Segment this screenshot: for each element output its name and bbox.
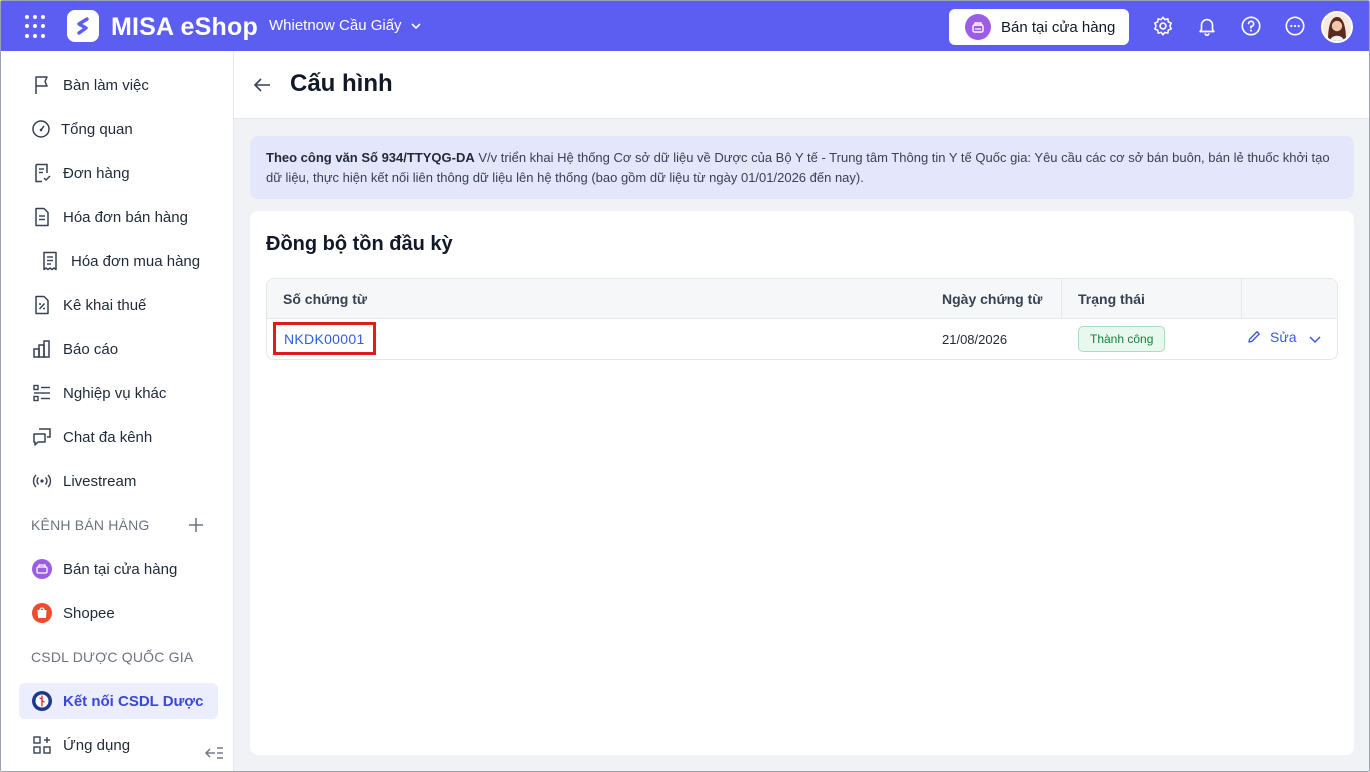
sidebar-item-reports[interactable]: Báo cáo — [19, 331, 218, 367]
chevron-down-icon[interactable] — [1307, 331, 1323, 347]
store-channel-icon — [32, 559, 52, 579]
doc-date: 21/08/2026 — [942, 332, 1008, 347]
sidebar-item-label: Kê khai thuế — [63, 296, 147, 314]
back-arrow-icon[interactable] — [252, 75, 272, 95]
list-icon — [33, 384, 50, 402]
sidebar-item-label: Chat đa kênh — [63, 428, 153, 446]
sell-at-store-label: Bán tại cửa hàng — [1001, 18, 1116, 36]
sidebar-item-drug-db-connect[interactable]: Kết nối CSDL Dược — [19, 683, 218, 719]
sidebar: Bàn làm việc Tổng quan Đơn hàng Hóa đơn … — [1, 51, 234, 771]
section-label-sales-channels: KÊNH BÁN HÀNG — [31, 517, 150, 533]
pencil-icon — [1248, 331, 1260, 343]
main-content: Cấu hình Theo công văn Số 934/TTYQG-DA V… — [234, 51, 1369, 771]
brand-name: MISA eShop — [111, 13, 258, 41]
column-divider — [1241, 279, 1242, 319]
notice-reference: Theo công văn Số 934/TTYQG-DA — [266, 150, 475, 165]
user-avatar[interactable] — [1321, 11, 1353, 43]
column-header-status: Trạng thái — [1078, 291, 1145, 307]
sidebar-item-label: Bán tại cửa hàng — [63, 560, 178, 578]
sidebar-item-label: Shopee — [63, 604, 115, 622]
regulation-notice: Theo công văn Số 934/TTYQG-DA V/v triển … — [250, 136, 1354, 199]
more-icon[interactable] — [1284, 15, 1306, 37]
sidebar-item-sales-invoice[interactable]: Hóa đơn bán hàng — [19, 199, 218, 235]
shopee-icon — [32, 603, 52, 623]
sidebar-item-store-channel[interactable]: Bán tại cửa hàng — [19, 551, 218, 587]
sidebar-item-livestream[interactable]: Livestream — [19, 463, 218, 499]
app-window: MISA eShop Whietnow Cầu Giấy Bán tại cửa… — [0, 0, 1370, 772]
chat-icon — [33, 428, 51, 446]
tax-icon — [35, 295, 49, 315]
section-label-national-drug-db: CSDL DƯỢC QUỐC GIA — [31, 649, 194, 665]
documents-table: Số chứng từ Ngày chứng từ Trạng thái NKD… — [266, 278, 1338, 360]
report-icon — [33, 340, 50, 358]
apps-grid-icon — [33, 736, 51, 754]
gauge-icon — [32, 120, 50, 138]
add-channel-plus-icon[interactable] — [187, 516, 205, 534]
sidebar-item-workspace[interactable]: Bàn làm việc — [19, 67, 218, 103]
sidebar-item-label: Đơn hàng — [63, 164, 130, 182]
sidebar-item-omnichannel-chat[interactable]: Chat đa kênh — [19, 419, 218, 455]
sidebar-item-orders[interactable]: Đơn hàng — [19, 155, 218, 191]
page-title: Cấu hình — [290, 70, 393, 97]
sell-at-store-button[interactable]: Bán tại cửa hàng — [949, 9, 1129, 45]
collapse-sidebar-icon — [205, 747, 223, 759]
column-header-doc-no: Số chứng từ — [283, 291, 368, 307]
sidebar-item-label: Kết nối CSDL Dược — [63, 692, 204, 710]
store-name: Whietnow Cầu Giấy — [269, 17, 402, 34]
order-icon — [35, 163, 51, 183]
sidebar-item-label: Hóa đơn mua hàng — [71, 252, 201, 270]
livestream-icon — [32, 474, 52, 488]
sidebar-item-label: Nghiệp vụ khác — [63, 384, 167, 402]
store-selector[interactable]: Whietnow Cầu Giấy — [269, 17, 422, 34]
sidebar-item-overview[interactable]: Tổng quan — [19, 111, 218, 147]
doc-number-link[interactable]: NKDK00001 — [273, 322, 376, 355]
top-bar: MISA eShop Whietnow Cầu Giấy Bán tại cửa… — [1, 1, 1369, 51]
flag-icon — [35, 76, 48, 94]
column-header-doc-date: Ngày chứng từ — [942, 291, 1043, 307]
page-header: Cấu hình — [234, 51, 1369, 119]
edit-button[interactable]: Sửa — [1246, 329, 1297, 345]
misa-logo-icon — [67, 10, 99, 42]
sidebar-item-label: Hóa đơn bán hàng — [63, 208, 188, 226]
edit-label: Sửa — [1270, 329, 1297, 345]
ministry-of-health-icon — [32, 691, 52, 711]
invoice-icon — [35, 207, 49, 227]
sidebar-item-other-operations[interactable]: Nghiệp vụ khác — [19, 375, 218, 411]
column-divider — [1061, 279, 1062, 319]
app-grid-icon[interactable] — [25, 15, 49, 39]
table-header: Số chứng từ Ngày chứng từ Trạng thái — [267, 279, 1337, 319]
status-badge: Thành công — [1078, 326, 1166, 352]
store-icon — [965, 14, 991, 40]
receipt-icon — [43, 251, 57, 271]
collapse-sidebar-button[interactable] — [197, 741, 231, 765]
sidebar-item-purchase-invoice[interactable]: Hóa đơn mua hàng — [19, 243, 218, 279]
settings-gear-icon[interactable] — [1152, 15, 1174, 37]
table-row: NKDK00001 21/08/2026 Thành công Sửa — [267, 319, 1337, 359]
sidebar-item-shopee[interactable]: Shopee — [19, 595, 218, 631]
sidebar-item-apps[interactable]: Ứng dụng — [19, 727, 218, 763]
sidebar-item-label: Ứng dụng — [63, 736, 131, 754]
help-icon[interactable] — [1240, 15, 1262, 37]
bell-icon[interactable] — [1196, 15, 1218, 37]
sidebar-item-label: Bàn làm việc — [63, 76, 149, 94]
sidebar-item-label: Báo cáo — [63, 340, 119, 358]
sidebar-item-tax[interactable]: Kê khai thuế — [19, 287, 218, 323]
chevron-down-icon — [410, 22, 421, 29]
sidebar-item-label: Tổng quan — [61, 120, 133, 138]
sidebar-item-label: Livestream — [63, 472, 137, 490]
card-title: Đồng bộ tồn đầu kỳ — [266, 233, 453, 255]
opening-stock-sync-card: Đồng bộ tồn đầu kỳ Số chứng từ Ngày chứn… — [250, 211, 1354, 755]
